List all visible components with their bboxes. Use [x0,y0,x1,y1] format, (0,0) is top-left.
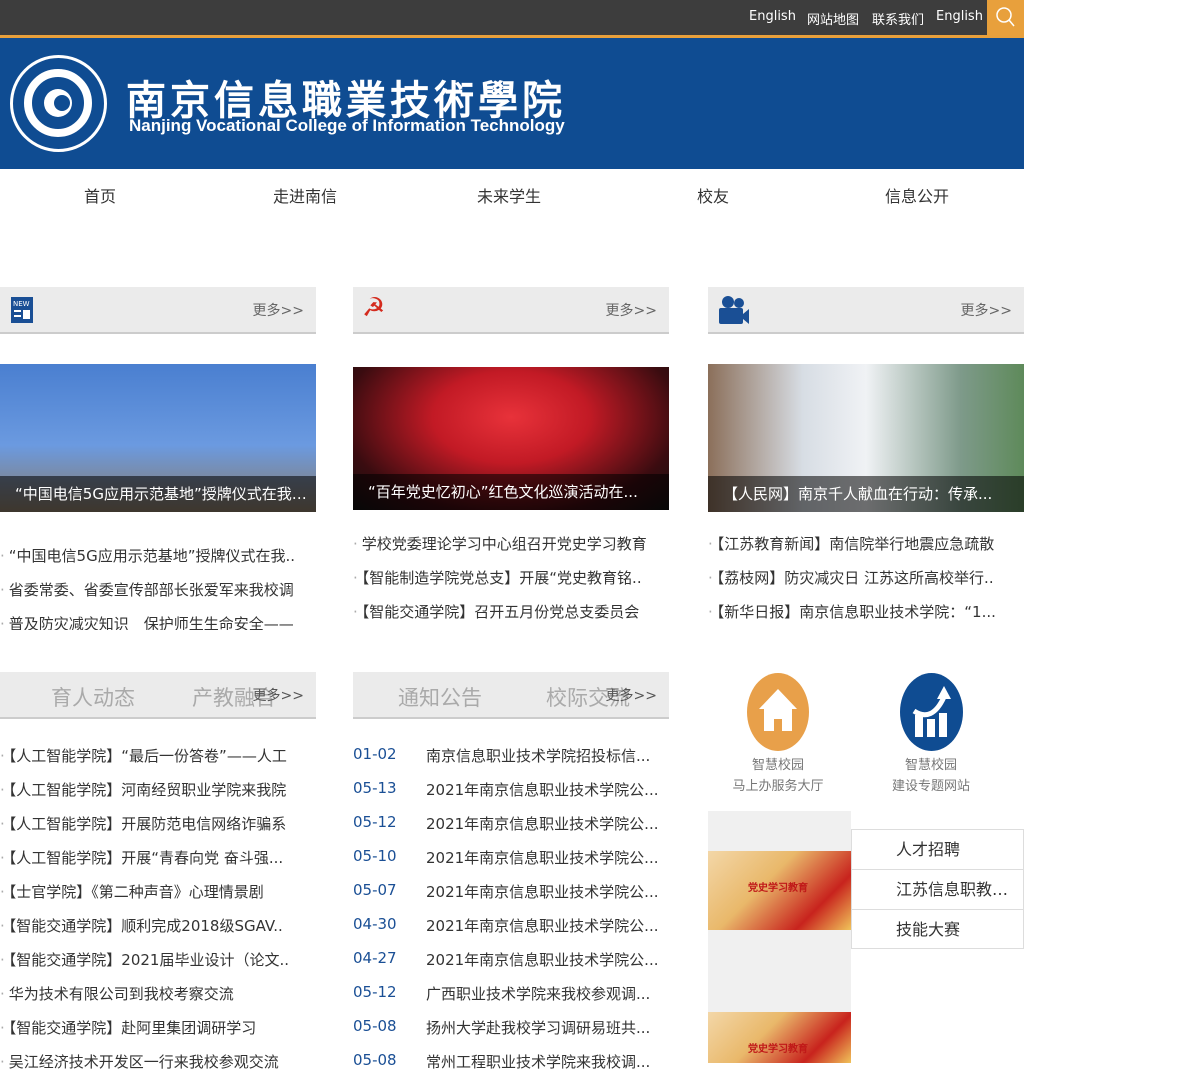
news-photo-caption[interactable]: “中国电信5G应用示范基地”授牌仪式在我校举行 [0,476,316,512]
nav-future-students[interactable]: 未来学生 [477,183,541,207]
notice-title[interactable]: 2021年南京信息职业技术学院公... [426,915,666,936]
site-header: 南京信息職業技術學院 Nanjing Vocational College of… [0,38,1024,169]
list-item[interactable]: 【智能交通学院】2021届毕业设计（论文.. [0,949,318,970]
more-link[interactable]: 更多>> [961,300,1012,320]
party-photo-caption[interactable]: “百年党史忆初心”红色文化巡演活动在... [353,474,669,510]
tab-bar-2: 通知公告 校际交流 更多>> [353,672,669,719]
notice-date: 05-12 [353,983,397,1001]
svg-text:NEW: NEW [13,300,30,308]
list-item[interactable]: 【荔枝网】防灾减灾日 江苏这所高校举行.. [708,567,1026,588]
notice-title[interactable]: 常州工程职业技术学院来我校调... [426,1051,666,1072]
party-history-banner[interactable]: 党史学习教育 [708,1012,851,1063]
notice-date: 04-27 [353,949,397,967]
party-photo[interactable]: “百年党史忆初心”红色文化巡演活动在... [353,367,669,510]
nav-home[interactable]: 首页 [84,183,116,207]
tab-education-news[interactable]: 育人动态 [51,682,135,712]
list-item[interactable]: 【人工智能学院】“最后一份答卷”——人工 [0,745,318,766]
growth-chart-icon [912,686,951,737]
more-link[interactable]: 更多>> [606,300,657,320]
notice-title[interactable]: 广西职业技术学院来我校参观调... [426,983,666,1004]
contact-link[interactable]: 联系我们 [872,9,924,28]
media-header: 更多>> [708,287,1024,334]
notice-title[interactable]: 2021年南京信息职业技术学院公... [426,779,666,800]
news-header: NEW 更多>> [0,287,316,334]
notice-date: 01-02 [353,745,397,763]
list-item[interactable]: 华为技术有限公司到我校考察交流 [0,983,318,1004]
vocational-group-link[interactable]: 江苏信息职教集团 [851,869,1024,909]
more-link[interactable]: 更多>> [253,300,304,320]
list-item[interactable]: 【新华日报】南京信息职业技术学院：“1... [708,601,1026,622]
notice-date: 05-08 [353,1051,397,1069]
list-item[interactable]: “中国电信5G应用示范基地”授牌仪式在我.. [0,545,318,566]
search-button[interactable] [987,0,1024,35]
nav-alumni[interactable]: 校友 [697,183,729,207]
recruitment-link[interactable]: 人才招聘 [851,829,1024,869]
skills-contest-link[interactable]: 技能大赛 [851,909,1024,949]
notice-date: 05-10 [353,847,397,865]
nav-about[interactable]: 走进南信 [273,183,337,207]
notice-date: 05-13 [353,779,397,797]
notice-title[interactable]: 南京信息职业技术学院招投标信... [426,745,666,766]
campus-site-button[interactable] [900,673,963,751]
list-item[interactable]: 普及防灾减灾知识 保护师生生命安全—— [0,613,318,630]
news-photo[interactable]: “中国电信5G应用示范基地”授牌仪式在我校举行 [0,364,316,512]
nav-info-disclosure[interactable]: 信息公开 [885,183,949,207]
list-item[interactable]: 【人工智能学院】开展防范电信网络诈骗系 [0,813,318,834]
list-item[interactable]: 【士官学院】《第二种声音》心理情景剧 [0,881,318,902]
list-item[interactable]: 【智能制造学院党总支】开展“党史教育铭.. [353,567,673,588]
notice-date: 04-30 [353,915,397,933]
notice-title[interactable]: 2021年南京信息职业技术学院公... [426,949,666,970]
list-item[interactable]: 省委常委、省委宣传部部长张爱军来我校调 [0,579,318,600]
list-item[interactable]: 【人工智能学院】河南经贸职业学院来我院 [0,779,318,800]
college-name-en: Nanjing Vocational College of Informatio… [129,116,565,135]
media-photo-caption[interactable]: 【人民网】南京千人献血在行动：传承... [708,476,1024,512]
party-history-banner[interactable]: 党史学习教育 [708,851,851,930]
tab-bar-1: 育人动态 产教融合 更多>> [0,672,316,719]
college-logo[interactable] [10,55,107,152]
list-item[interactable]: 吴江经济技术开发区一行来我校参观交流 [0,1051,318,1072]
list-item[interactable]: 【人工智能学院】开展“青春向党 奋斗强... [0,847,318,868]
sitemap-link[interactable]: 网站地图 [807,9,859,28]
notice-date: 05-12 [353,813,397,831]
list-item[interactable]: 【智能交通学院】赴阿里集团调研学习 [0,1017,318,1038]
service-hall-label[interactable]: 智慧校园 马上办服务大厅 [718,755,838,797]
notice-title[interactable]: 扬州大学赴我校学习调研易班共... [426,1017,666,1038]
party-header: ☭ 更多>> [353,287,669,334]
tab-notices[interactable]: 通知公告 [398,682,482,712]
list-item[interactable]: 【江苏教育新闻】南信院举行地震应急疏散 [708,533,1026,554]
party-emblem-icon: ☭ [362,293,386,323]
list-item[interactable]: 【智能交通学院】顺利完成2018级SGAV.. [0,915,318,936]
list-item[interactable]: 【智能交通学院】召开五月份党总支委员会 [353,601,673,622]
notice-title[interactable]: 2021年南京信息职业技术学院公... [426,847,666,868]
more-link[interactable]: 更多>> [606,685,657,705]
notice-title[interactable]: 2021年南京信息职业技术学院公... [426,813,666,834]
list-item[interactable]: 学校党委理论学习中心组召开党史学习教育 [353,533,673,554]
video-camera-icon [719,296,749,324]
english-link-2[interactable]: English [936,9,983,24]
notice-title[interactable]: 2021年南京信息职业技术学院公... [426,881,666,902]
notice-date: 05-08 [353,1017,397,1035]
campus-site-label[interactable]: 智慧校园 建设专题网站 [871,755,991,797]
news-icon: NEW [11,297,33,323]
home-icon [759,689,797,731]
top-bar [0,0,1024,35]
service-hall-button[interactable] [747,673,809,751]
english-link[interactable]: English [749,9,796,24]
more-link[interactable]: 更多>> [253,685,304,705]
search-icon [996,7,1015,27]
media-photo[interactable]: 【人民网】南京千人献血在行动：传承... [708,364,1024,512]
notice-date: 05-07 [353,881,397,899]
